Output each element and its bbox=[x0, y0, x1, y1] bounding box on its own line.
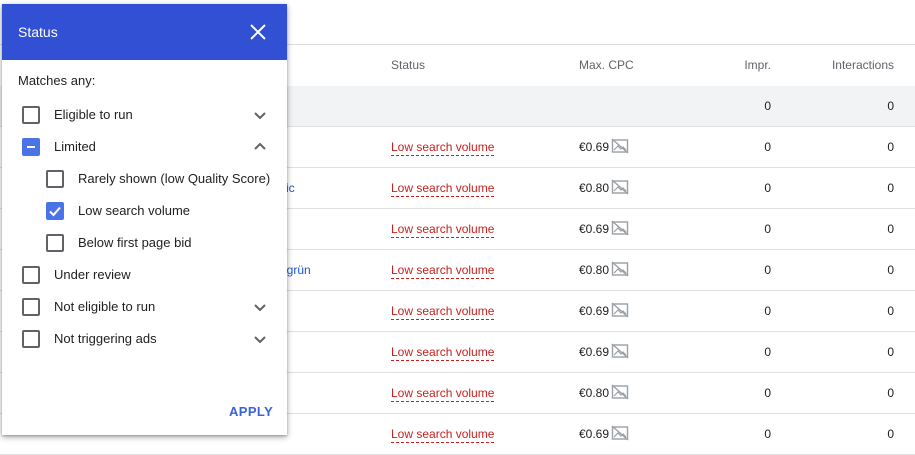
status-value[interactable]: Low search volume bbox=[391, 222, 495, 238]
chevron-down-icon[interactable] bbox=[252, 331, 268, 347]
status-filter-dialog: Status Matches any: Eligible to run Limit… bbox=[2, 4, 287, 435]
status-option[interactable]: Under review bbox=[22, 266, 272, 294]
checkbox[interactable] bbox=[46, 234, 64, 252]
max-cpc-value[interactable]: €0.80 bbox=[579, 386, 609, 400]
image-unavailable-icon bbox=[611, 261, 629, 277]
checkbox-checked[interactable] bbox=[46, 202, 64, 220]
close-icon[interactable] bbox=[248, 22, 268, 42]
image-unavailable-icon bbox=[611, 179, 629, 195]
status-option[interactable]: Eligible to run bbox=[22, 106, 272, 134]
option-label: Low search volume bbox=[78, 203, 190, 218]
max-cpc-value[interactable]: €0.80 bbox=[579, 263, 609, 277]
interactions-value: 0 bbox=[887, 140, 894, 154]
status-value[interactable]: Low search volume bbox=[391, 386, 495, 402]
option-label: Rarely shown (low Quality Score) bbox=[78, 171, 271, 186]
interactions-value: 0 bbox=[887, 345, 894, 359]
option-label: Below first page bid bbox=[78, 235, 192, 250]
status-value[interactable]: Low search volume bbox=[391, 263, 495, 279]
status-value[interactable]: Low search volume bbox=[391, 181, 495, 197]
impr-value: 0 bbox=[764, 181, 771, 195]
interactions-value: 0 bbox=[887, 263, 894, 277]
image-unavailable-icon bbox=[611, 302, 629, 318]
impr-value: 0 bbox=[764, 222, 771, 236]
image-unavailable-icon bbox=[611, 384, 629, 400]
interactions-value: 0 bbox=[887, 181, 894, 195]
interactions-value: 0 bbox=[887, 427, 894, 441]
column-header-status[interactable]: Status bbox=[391, 58, 425, 72]
max-cpc-value[interactable]: €0.69 bbox=[579, 140, 609, 154]
interactions-value: 0 bbox=[887, 304, 894, 318]
option-label: Not eligible to run bbox=[54, 299, 156, 314]
dialog-header: Status bbox=[2, 4, 287, 60]
impr-value: 0 bbox=[764, 263, 771, 277]
impr-value: 0 bbox=[764, 345, 771, 359]
status-option[interactable]: Below first page bid bbox=[46, 234, 272, 262]
total-impr: 0 bbox=[764, 99, 771, 113]
checkbox[interactable] bbox=[22, 298, 40, 316]
column-header-impr[interactable]: Impr. bbox=[744, 58, 771, 72]
matches-any-label: Matches any: bbox=[18, 73, 96, 88]
checkbox[interactable] bbox=[22, 330, 40, 348]
impr-value: 0 bbox=[764, 140, 771, 154]
impr-value: 0 bbox=[764, 304, 771, 318]
status-option[interactable]: Limited bbox=[22, 138, 272, 166]
option-label: Eligible to run bbox=[54, 107, 133, 122]
checkbox[interactable] bbox=[46, 170, 64, 188]
interactions-value: 0 bbox=[887, 222, 894, 236]
max-cpc-value[interactable]: €0.69 bbox=[579, 427, 609, 441]
interactions-value: 0 bbox=[887, 386, 894, 400]
impr-value: 0 bbox=[764, 427, 771, 441]
status-option[interactable]: Rarely shown (low Quality Score) bbox=[46, 170, 272, 198]
max-cpc-value[interactable]: €0.80 bbox=[579, 181, 609, 195]
column-header-interactions[interactable]: Interactions bbox=[832, 58, 894, 72]
status-value[interactable]: Low search volume bbox=[391, 427, 495, 443]
max-cpc-value[interactable]: €0.69 bbox=[579, 222, 609, 236]
option-label: Under review bbox=[54, 267, 131, 282]
status-option[interactable]: Not eligible to run bbox=[22, 298, 272, 326]
image-unavailable-icon bbox=[611, 343, 629, 359]
chevron-up-icon[interactable] bbox=[252, 139, 268, 155]
image-unavailable-icon bbox=[611, 425, 629, 441]
column-header-max-cpc[interactable]: Max. CPC bbox=[579, 58, 634, 72]
chevron-down-icon[interactable] bbox=[252, 107, 268, 123]
checkbox-indeterminate[interactable] bbox=[22, 138, 40, 156]
image-unavailable-icon bbox=[611, 138, 629, 154]
impr-value: 0 bbox=[764, 386, 771, 400]
total-interactions: 0 bbox=[887, 99, 894, 113]
apply-button[interactable]: APPLY bbox=[229, 404, 273, 419]
status-value[interactable]: Low search volume bbox=[391, 140, 495, 156]
option-label: Limited bbox=[54, 139, 96, 154]
chevron-down-icon[interactable] bbox=[252, 299, 268, 315]
max-cpc-value[interactable]: €0.69 bbox=[579, 304, 609, 318]
status-value[interactable]: Low search volume bbox=[391, 345, 495, 361]
dialog-title: Status bbox=[18, 24, 58, 40]
status-option[interactable]: Not triggering ads bbox=[22, 330, 272, 358]
option-label: Not triggering ads bbox=[54, 331, 157, 346]
status-option[interactable]: Low search volume bbox=[46, 202, 272, 230]
checkbox[interactable] bbox=[22, 266, 40, 284]
status-value[interactable]: Low search volume bbox=[391, 304, 495, 320]
checkbox[interactable] bbox=[22, 106, 40, 124]
image-unavailable-icon bbox=[611, 220, 629, 236]
max-cpc-value[interactable]: €0.69 bbox=[579, 345, 609, 359]
